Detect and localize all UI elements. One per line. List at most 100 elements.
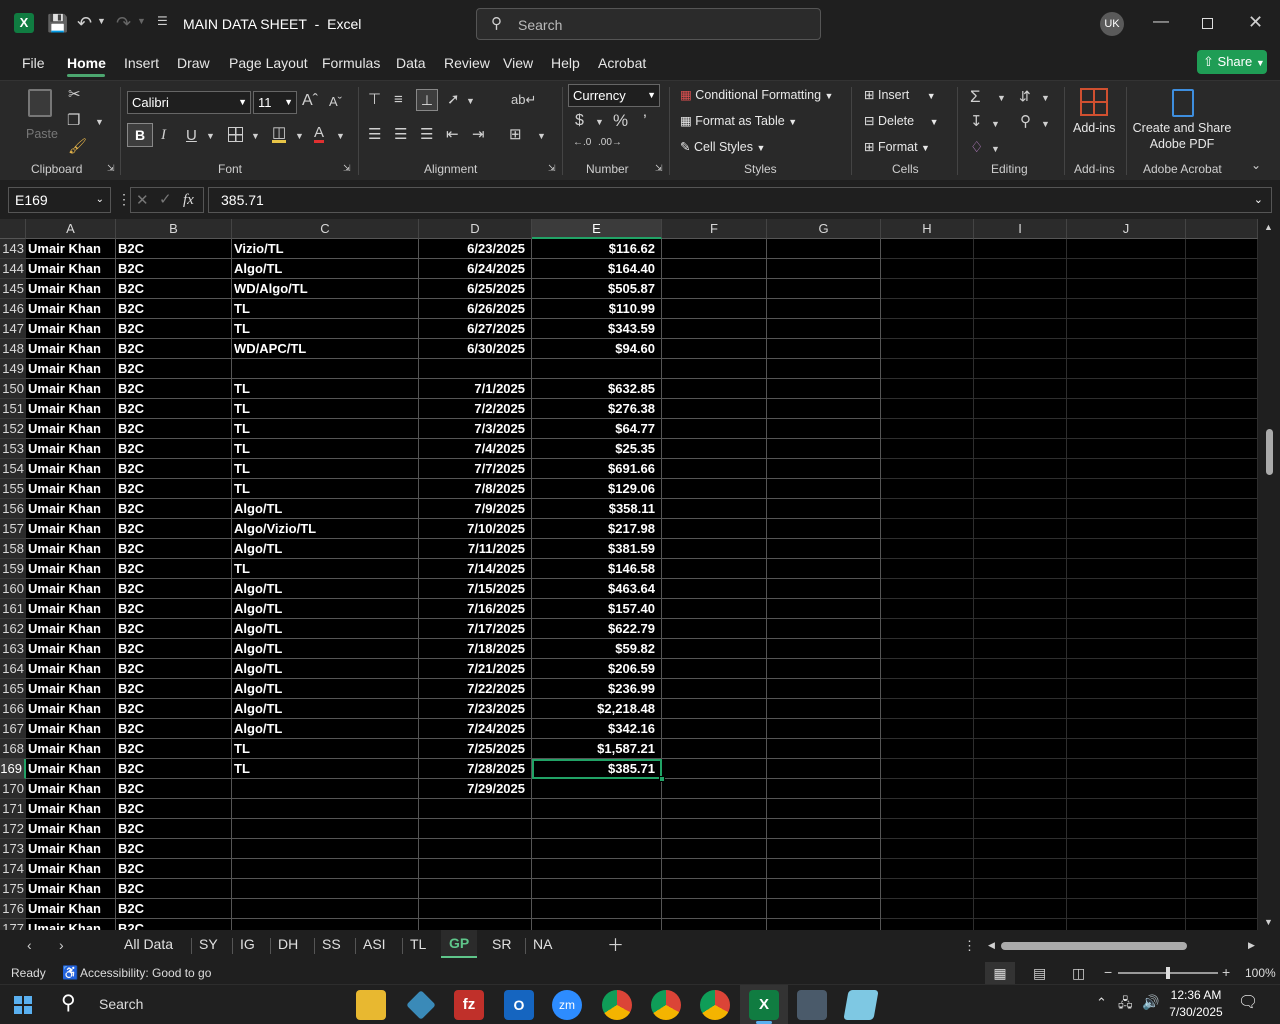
cell-i[interactable] (974, 279, 1067, 299)
row-header[interactable]: 174 (0, 859, 26, 879)
cell-d[interactable]: 7/21/2025 (419, 659, 532, 679)
cell-j[interactable] (1067, 779, 1186, 799)
percent-style-icon[interactable]: % (613, 112, 628, 129)
font-size-select[interactable]: 11 ▼ (253, 91, 297, 114)
cell-h[interactable] (881, 499, 974, 519)
clear-dropdown-icon[interactable]: ▼ (991, 145, 1000, 154)
cell-e[interactable]: $64.77 (532, 419, 662, 439)
cell-g[interactable] (767, 359, 881, 379)
column-header-e[interactable]: E (532, 219, 662, 239)
cell-a[interactable]: Umair Khan (26, 859, 116, 879)
cell-j[interactable] (1067, 379, 1186, 399)
column-header-j[interactable]: J (1067, 219, 1186, 239)
cell-a[interactable]: Umair Khan (26, 779, 116, 799)
zoom-level[interactable]: 100% (1245, 966, 1276, 980)
cell-b[interactable]: B2C (116, 759, 232, 779)
cell-h[interactable] (881, 279, 974, 299)
column-header-g[interactable]: G (767, 219, 881, 239)
cell-h[interactable] (881, 519, 974, 539)
chrome-icon[interactable] (602, 990, 632, 1020)
row-header[interactable]: 146 (0, 299, 26, 319)
cell-d[interactable] (419, 799, 532, 819)
cell-g[interactable] (767, 279, 881, 299)
cell-c[interactable]: Algo/Vizio/TL (232, 519, 419, 539)
cell-b[interactable]: B2C (116, 919, 232, 930)
cell-j[interactable] (1067, 659, 1186, 679)
cell-f[interactable] (662, 439, 767, 459)
cell-g[interactable] (767, 419, 881, 439)
vertical-scrollbar[interactable]: ▲ ▼ (1258, 219, 1280, 930)
row-header[interactable]: 152 (0, 419, 26, 439)
font-color-icon[interactable]: A (314, 125, 325, 143)
cell-f[interactable] (662, 259, 767, 279)
share-button[interactable]: ⇧ Share ▼ (1197, 50, 1267, 74)
cell-e[interactable]: $206.59 (532, 659, 662, 679)
cell-f[interactable] (662, 839, 767, 859)
decrease-indent-icon[interactable]: ⇤ (446, 127, 459, 142)
cell-a[interactable]: Umair Khan (26, 379, 116, 399)
cell-i[interactable] (974, 359, 1067, 379)
sort-filter-dropdown-icon[interactable]: ▼ (1041, 94, 1050, 103)
align-right-icon[interactable]: ☰ (420, 127, 433, 142)
row-header[interactable]: 168 (0, 739, 26, 759)
zoom-app-icon[interactable]: zm (552, 990, 582, 1020)
next-sheet-icon[interactable]: › (59, 938, 64, 952)
app-diamond-icon[interactable] (406, 990, 436, 1020)
accessibility-icon[interactable]: ♿ (62, 965, 78, 981)
cell-a[interactable]: Umair Khan (26, 539, 116, 559)
cell-j[interactable] (1067, 479, 1186, 499)
cell-f[interactable] (662, 279, 767, 299)
align-bottom-button[interactable]: ⊥ (416, 89, 438, 111)
cell-h[interactable] (881, 439, 974, 459)
chrome-profile-2-icon[interactable] (700, 990, 730, 1020)
cell-g[interactable] (767, 559, 881, 579)
cell-i[interactable] (974, 399, 1067, 419)
row-header[interactable]: 167 (0, 719, 26, 739)
cell-h[interactable] (881, 379, 974, 399)
cell-c[interactable]: WD/APC/TL (232, 339, 419, 359)
row-header[interactable]: 145 (0, 279, 26, 299)
column-header-h[interactable]: H (881, 219, 974, 239)
number-launcher-icon[interactable]: ⇲ (655, 164, 663, 173)
cell-g[interactable] (767, 859, 881, 879)
cell-a[interactable]: Umair Khan (26, 599, 116, 619)
cell-h[interactable] (881, 479, 974, 499)
sheet-tab-na[interactable]: NA (533, 936, 552, 952)
notification-icon[interactable]: 🗨 (1238, 995, 1258, 1011)
cell-a[interactable]: Umair Khan (26, 519, 116, 539)
cell-g[interactable] (767, 539, 881, 559)
cell-a[interactable]: Umair Khan (26, 899, 116, 919)
cell-i[interactable] (974, 319, 1067, 339)
cell-h[interactable] (881, 699, 974, 719)
cell-a[interactable]: Umair Khan (26, 879, 116, 899)
cell-f[interactable] (662, 859, 767, 879)
cell-f[interactable] (662, 359, 767, 379)
cell-c[interactable]: TL (232, 419, 419, 439)
accessibility-status[interactable]: Accessibility: Good to go (80, 966, 211, 980)
cell-b[interactable]: B2C (116, 779, 232, 799)
cell-j[interactable] (1067, 519, 1186, 539)
cell-g[interactable] (767, 239, 881, 259)
cell-b[interactable]: B2C (116, 879, 232, 899)
cell-e[interactable] (532, 819, 662, 839)
cell-b[interactable]: B2C (116, 259, 232, 279)
cell-d[interactable]: 6/30/2025 (419, 339, 532, 359)
cell-j[interactable] (1067, 759, 1186, 779)
cell-e[interactable]: $146.58 (532, 559, 662, 579)
cell-d[interactable]: 6/25/2025 (419, 279, 532, 299)
avatar[interactable]: UK (1100, 12, 1124, 36)
tray-chevron-icon[interactable]: ⌃ (1096, 996, 1107, 1009)
add-sheet-icon[interactable]: ＋ (607, 937, 624, 954)
hscroll-left-icon[interactable]: ◀ (988, 941, 995, 950)
underline-icon[interactable]: U (186, 128, 197, 143)
undo-dropdown-icon[interactable]: ▼ (97, 17, 106, 26)
cell-b[interactable]: B2C (116, 619, 232, 639)
cell-h[interactable] (881, 779, 974, 799)
cell-i[interactable] (974, 879, 1067, 899)
row-header[interactable]: 165 (0, 679, 26, 699)
sheet-tab-gp[interactable]: GP (441, 930, 478, 958)
fill-dropdown-icon[interactable]: ▼ (991, 120, 1000, 129)
cell-d[interactable]: 7/1/2025 (419, 379, 532, 399)
cell-j[interactable] (1067, 639, 1186, 659)
cell-g[interactable] (767, 299, 881, 319)
